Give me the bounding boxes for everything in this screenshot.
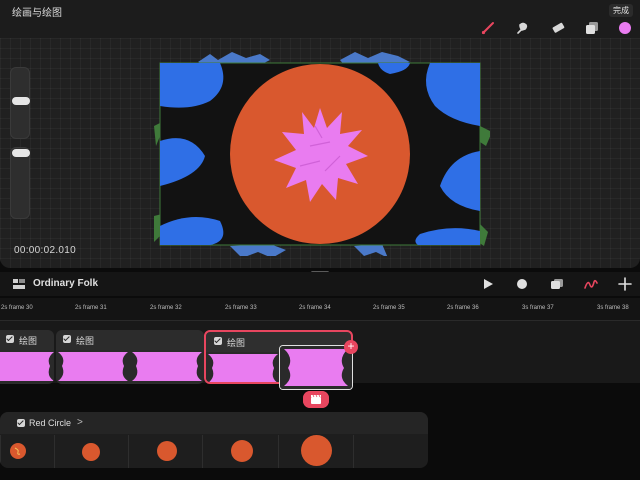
opacity-thumb[interactable] — [12, 149, 30, 157]
add-frame-icon[interactable]: + — [344, 340, 358, 354]
group-checkbox[interactable] — [17, 419, 25, 427]
opacity-slider[interactable] — [10, 147, 30, 219]
clip-title: 绘图 — [76, 336, 95, 346]
ruler-label: 3s frame 37 — [522, 305, 554, 311]
clip-drawing[interactable]: 绘图 — [0, 330, 54, 384]
project-name: Ordinary Folk — [33, 278, 99, 289]
clip-title: 绘图 — [227, 338, 246, 348]
group-frame[interactable] — [278, 435, 354, 468]
clip-checkbox[interactable] — [6, 335, 14, 343]
record-icon[interactable] — [515, 277, 529, 291]
ruler-label: 2s frame 30 — [1, 305, 33, 311]
frame-thumbnail — [280, 346, 352, 389]
ruler-label: 2s frame 35 — [373, 305, 405, 311]
brush-icon[interactable] — [480, 20, 496, 36]
timeline-header: Ordinary Folk — [0, 272, 640, 296]
add-icon[interactable] — [618, 277, 632, 291]
group-frame[interactable] — [54, 435, 129, 468]
brush-sliders — [10, 67, 30, 219]
timecode: 00:00:02.010 — [14, 245, 76, 256]
timeline-layers-icon[interactable] — [13, 279, 25, 289]
chevron-right-icon[interactable]: > — [77, 417, 83, 428]
ruler-label: 2s frame 34 — [299, 305, 331, 311]
ruler-label: 2s frame 31 — [75, 305, 107, 311]
clip-checkbox[interactable] — [63, 335, 71, 343]
clip-title: 绘图 — [19, 336, 38, 346]
color-swatch[interactable] — [617, 20, 633, 36]
ruler-label: 2s frame 36 — [447, 305, 479, 311]
brush-size-slider[interactable] — [10, 67, 30, 139]
pen-mark-icon — [14, 447, 21, 455]
frame-thumbnail[interactable] — [56, 350, 204, 383]
group-frame[interactable] — [353, 435, 428, 468]
app-root: 绘画与绘图 完成 00:00:02.010 Ordinary Folk 2s f… — [0, 0, 640, 480]
group-header[interactable]: Red Circle > — [0, 412, 428, 434]
frame-thumbnail[interactable] — [0, 350, 54, 383]
ruler-label: 3s frame 38 — [597, 305, 629, 311]
group-title: Red Circle — [29, 418, 72, 428]
eraser-icon[interactable] — [550, 20, 566, 36]
play-icon[interactable] — [481, 277, 495, 291]
brush-size-thumb[interactable] — [12, 97, 30, 105]
smudge-icon[interactable] — [514, 20, 530, 36]
scribble-icon[interactable] — [584, 277, 598, 291]
clapperboard-button[interactable] — [303, 391, 329, 408]
group-frame[interactable] — [202, 435, 279, 468]
group-red-circle[interactable]: Red Circle > — [0, 412, 428, 468]
group-frame[interactable] — [0, 435, 55, 468]
clip-checkbox[interactable] — [214, 337, 222, 345]
clip-drawing[interactable]: 绘图 — [56, 330, 204, 384]
done-button[interactable]: 完成 — [609, 4, 633, 17]
group-frame[interactable] — [128, 435, 203, 468]
ruler-label: 2s frame 32 — [150, 305, 182, 311]
frame-thumbnail[interactable] — [206, 352, 282, 384]
new-frame-preview[interactable] — [279, 345, 353, 390]
artwork-canvas[interactable] — [150, 46, 490, 256]
onion-skin-icon[interactable] — [550, 277, 564, 291]
app-title: 绘画与绘图 — [12, 8, 62, 19]
canvas-stage[interactable]: 00:00:02.010 — [0, 38, 640, 274]
layers-icon[interactable] — [584, 20, 600, 36]
ruler-label: 2s frame 33 — [225, 305, 257, 311]
timeline-ruler[interactable]: 2s frame 30 2s frame 31 2s frame 32 2s f… — [0, 298, 640, 321]
top-bar: 绘画与绘图 完成 — [0, 0, 640, 38]
